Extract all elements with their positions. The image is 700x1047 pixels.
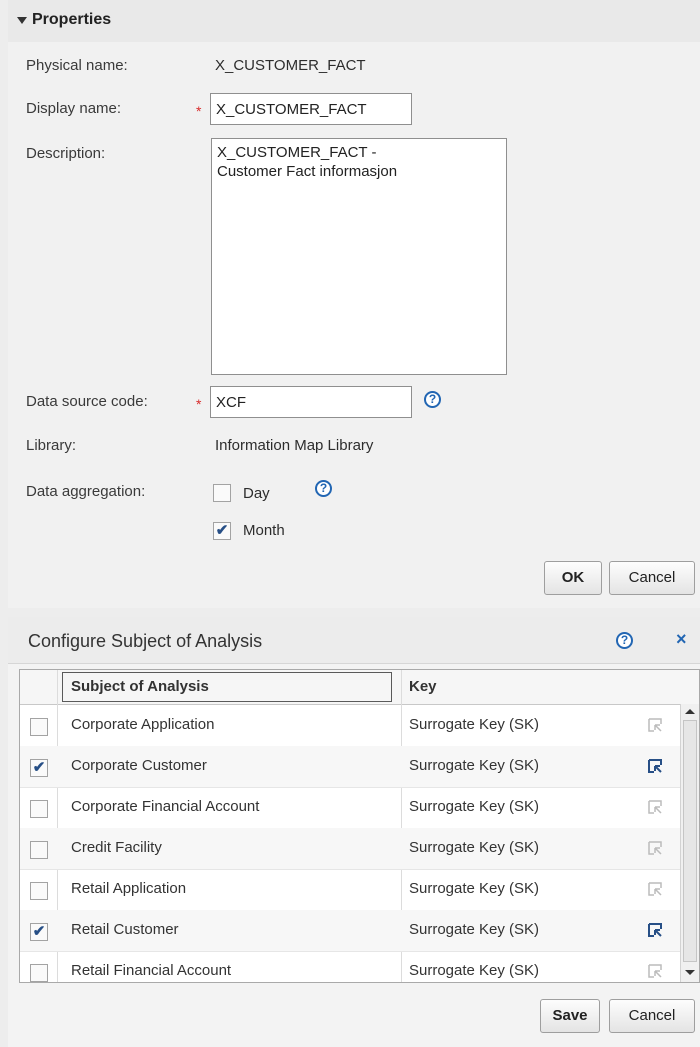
key-cell: Surrogate Key (SK) [409, 921, 540, 938]
column-header-subject[interactable]: Subject of Analysis [62, 672, 392, 702]
select-key-icon[interactable] [648, 759, 662, 773]
table-row[interactable]: Corporate Financial Account Surrogate Ke… [20, 787, 699, 829]
scroll-down-icon[interactable] [685, 970, 695, 975]
properties-panel: Properties Physical name: X_CUSTOMER_FAC… [8, 0, 700, 608]
key-cell: Surrogate Key (SK) [409, 962, 540, 979]
data-aggregation-label: Data aggregation: [26, 483, 146, 500]
subject-cell: Corporate Financial Account [71, 798, 260, 815]
required-marker: * [196, 396, 202, 412]
save-button[interactable]: Save [540, 999, 600, 1033]
help-icon[interactable]: ? [424, 391, 441, 408]
column-header-key[interactable]: Key [409, 670, 437, 704]
row-checkbox[interactable]: ✔ [30, 923, 48, 941]
table-row[interactable]: Corporate Application Surrogate Key (SK) [20, 705, 699, 747]
day-checkbox[interactable] [213, 484, 231, 502]
scrollbar-thumb[interactable] [683, 720, 697, 962]
table-header: Subject of Analysis Key [20, 670, 699, 705]
key-cell: Surrogate Key (SK) [409, 757, 540, 774]
description-label: Description: [26, 145, 106, 162]
row-checkbox[interactable]: ✔ [30, 759, 48, 777]
library-value: Information Map Library [215, 437, 374, 454]
display-name-field[interactable] [210, 93, 412, 125]
table-row[interactable]: ✔ Retail Customer Surrogate Key (SK) [20, 910, 699, 952]
row-checkbox[interactable] [30, 841, 48, 859]
subject-cell: Corporate Customer [71, 757, 207, 774]
subject-cell: Retail Financial Account [71, 962, 232, 979]
cancel-button[interactable]: Cancel [609, 561, 695, 595]
help-icon[interactable]: ? [616, 632, 633, 649]
row-checkbox[interactable] [30, 882, 48, 900]
scroll-up-icon[interactable] [685, 709, 695, 714]
month-checkbox[interactable]: ✔ [213, 522, 231, 540]
help-icon[interactable]: ? [315, 480, 332, 497]
select-key-icon[interactable] [648, 718, 662, 732]
data-source-code-field[interactable] [210, 386, 412, 418]
row-checkbox[interactable] [30, 718, 48, 736]
select-key-icon[interactable] [648, 841, 662, 855]
triangle-down-icon[interactable] [17, 17, 27, 24]
cancel-button[interactable]: Cancel [609, 999, 695, 1033]
select-key-icon[interactable] [648, 882, 662, 896]
properties-header[interactable]: Properties [8, 0, 700, 42]
select-key-icon[interactable] [648, 923, 662, 937]
key-cell: Surrogate Key (SK) [409, 839, 540, 856]
select-key-icon[interactable] [648, 800, 662, 814]
day-label: Day [243, 485, 270, 502]
row-checkbox[interactable] [30, 964, 48, 982]
display-name-label: Display name: [26, 100, 122, 117]
subject-cell: Retail Application [71, 880, 187, 897]
month-label: Month [243, 522, 285, 539]
configure-subject-dialog: Configure Subject of Analysis ? × Subjec… [8, 617, 700, 1047]
subject-cell: Corporate Application [71, 716, 215, 733]
properties-title: Properties [32, 11, 112, 28]
subject-cell: Retail Customer [71, 921, 179, 938]
dialog-title: Configure Subject of Analysis [28, 631, 263, 651]
description-field[interactable]: X_CUSTOMER_FACT - Customer Fact informas… [211, 138, 507, 375]
ok-button[interactable]: OK [544, 561, 602, 595]
required-marker: * [196, 103, 202, 119]
key-cell: Surrogate Key (SK) [409, 798, 540, 815]
data-source-code-label: Data source code: [26, 393, 148, 410]
subject-cell: Credit Facility [71, 839, 162, 856]
dialog-title-bar[interactable]: Configure Subject of Analysis ? × [8, 617, 700, 664]
physical-name-value: X_CUSTOMER_FACT [215, 57, 366, 74]
table-row[interactable]: Credit Facility Surrogate Key (SK) [20, 828, 699, 870]
key-cell: Surrogate Key (SK) [409, 716, 540, 733]
row-checkbox[interactable] [30, 800, 48, 818]
table-row[interactable]: Retail Financial Account Surrogate Key (… [20, 951, 699, 982]
key-cell: Surrogate Key (SK) [409, 880, 540, 897]
subject-table: Subject of Analysis Key Corporate Applic… [19, 669, 700, 983]
select-key-icon[interactable] [648, 964, 662, 978]
vertical-scrollbar[interactable] [680, 704, 699, 982]
table-row[interactable]: Retail Application Surrogate Key (SK) [20, 869, 699, 911]
physical-name-label: Physical name: [26, 57, 128, 74]
close-icon[interactable]: × [676, 629, 687, 650]
table-row[interactable]: ✔ Corporate Customer Surrogate Key (SK) [20, 746, 699, 788]
library-label: Library: [26, 437, 77, 454]
